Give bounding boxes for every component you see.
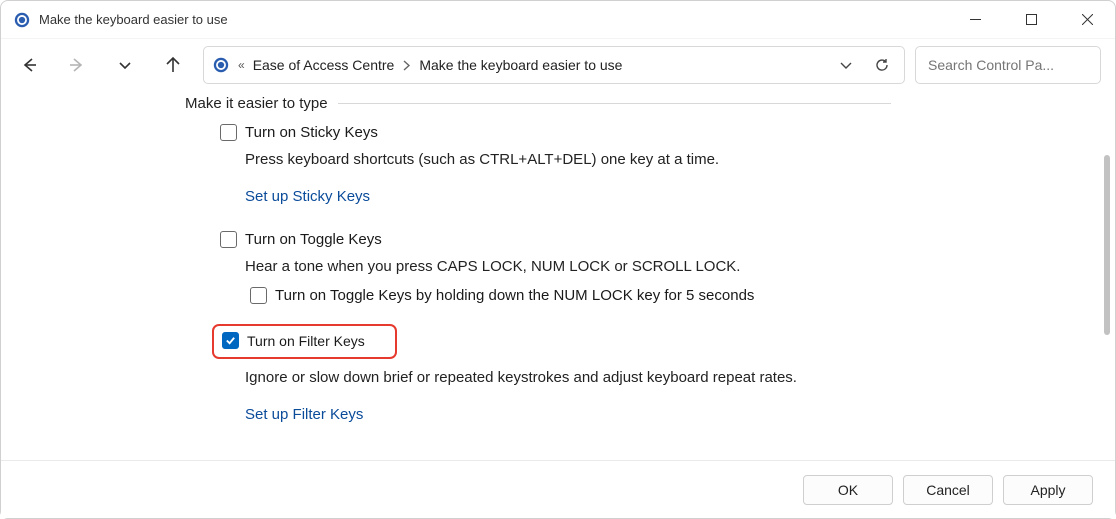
toggle-keys-option[interactable]: Turn on Toggle Keys	[220, 231, 891, 248]
nav-row: « Ease of Access Centre Make the keyboar…	[1, 39, 1115, 91]
toggle-keys-numlock-label: Turn on Toggle Keys by holding down the …	[275, 287, 754, 304]
search-input[interactable]	[926, 56, 1111, 74]
scrollbar-thumb[interactable]	[1104, 155, 1110, 335]
recent-locations-button[interactable]	[115, 55, 135, 75]
maximize-button[interactable]	[1003, 1, 1059, 39]
scrollbar[interactable]	[1102, 155, 1112, 455]
breadcrumb-overflow-icon[interactable]: «	[238, 58, 245, 72]
filter-keys-label: Turn on Filter Keys	[247, 333, 365, 349]
cancel-button[interactable]: Cancel	[903, 475, 993, 505]
sticky-keys-description: Press keyboard shortcuts (such as CTRL+A…	[245, 151, 891, 168]
forward-button[interactable]	[67, 55, 87, 75]
control-panel-icon	[212, 56, 230, 74]
apply-button-label: Apply	[1030, 482, 1065, 498]
sticky-keys-label: Turn on Sticky Keys	[245, 124, 378, 141]
filter-keys-checkbox[interactable]	[222, 332, 239, 349]
close-button[interactable]	[1059, 1, 1115, 39]
ok-button[interactable]: OK	[803, 475, 893, 505]
refresh-button[interactable]	[868, 51, 896, 79]
ok-button-label: OK	[838, 482, 858, 498]
toggle-keys-checkbox[interactable]	[220, 231, 237, 248]
nav-arrows	[19, 55, 183, 75]
address-dropdown-button[interactable]	[832, 51, 860, 79]
setup-sticky-keys-link[interactable]: Set up Sticky Keys	[245, 188, 370, 205]
address-bar[interactable]: « Ease of Access Centre Make the keyboar…	[203, 46, 905, 84]
chevron-right-icon[interactable]	[402, 60, 411, 71]
breadcrumb-item-2[interactable]: Make the keyboard easier to use	[419, 57, 622, 73]
titlebar: Make the keyboard easier to use	[1, 1, 1115, 39]
toggle-keys-label: Turn on Toggle Keys	[245, 231, 382, 248]
toggle-keys-description: Hear a tone when you press CAPS LOCK, NU…	[245, 258, 891, 275]
window-title: Make the keyboard easier to use	[39, 12, 228, 27]
section-heading-row: Make it easier to type	[185, 95, 891, 112]
window-controls	[947, 1, 1115, 39]
section-heading: Make it easier to type	[185, 95, 328, 112]
breadcrumb-item-1[interactable]: Ease of Access Centre	[253, 57, 395, 73]
sticky-keys-option[interactable]: Turn on Sticky Keys	[220, 124, 891, 141]
up-button[interactable]	[163, 55, 183, 75]
filter-keys-option[interactable]: Turn on Filter Keys	[212, 324, 397, 359]
cancel-button-label: Cancel	[926, 482, 970, 498]
apply-button[interactable]: Apply	[1003, 475, 1093, 505]
app-icon	[13, 11, 31, 29]
search-box[interactable]	[915, 46, 1101, 84]
setup-filter-keys-link[interactable]: Set up Filter Keys	[245, 406, 363, 423]
back-button[interactable]	[19, 55, 39, 75]
minimize-button[interactable]	[947, 1, 1003, 39]
toggle-keys-numlock-option[interactable]: Turn on Toggle Keys by holding down the …	[250, 287, 891, 304]
content-area: Make it easier to type Turn on Sticky Ke…	[1, 91, 1115, 461]
divider	[338, 103, 891, 104]
dialog-button-row: OK Cancel Apply	[1, 460, 1115, 518]
filter-keys-description: Ignore or slow down brief or repeated ke…	[245, 369, 891, 386]
sticky-keys-checkbox[interactable]	[220, 124, 237, 141]
toggle-keys-numlock-checkbox[interactable]	[250, 287, 267, 304]
